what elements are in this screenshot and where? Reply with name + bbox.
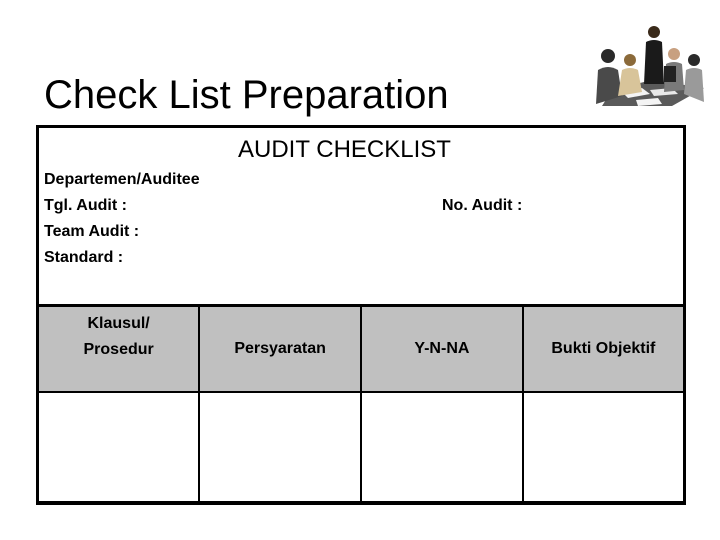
- cell-objective-evidence[interactable]: [521, 391, 686, 505]
- audit-team-field-label: Team Audit :: [44, 223, 140, 240]
- form-heading-text: AUDIT CHECKLIST: [238, 136, 451, 163]
- checklist-table: Klausul/ Prosedur Persyaratan Y-N-NA Buk…: [36, 304, 686, 505]
- table-header-row: Klausul/ Prosedur Persyaratan Y-N-NA Buk…: [36, 304, 686, 393]
- audit-date-field-label: Tgl. Audit :: [44, 197, 127, 214]
- department-field-label: Departemen/Auditee: [44, 171, 200, 188]
- cell-requirement[interactable]: [198, 391, 362, 505]
- column-header-clause: Klausul/ Prosedur: [36, 304, 201, 393]
- cell-ynna[interactable]: [360, 391, 524, 505]
- business-meeting-clipart-icon: [592, 18, 706, 108]
- column-header-ynna: Y-N-NA: [360, 304, 524, 393]
- standard-field-label: Standard :: [44, 249, 124, 266]
- column-header-requirement: Persyaratan: [198, 304, 362, 393]
- audit-checklist-form: AUDIT CHECKLIST Departemen/Auditee Tgl. …: [36, 125, 686, 305]
- audit-number-field-label: No. Audit :: [442, 197, 523, 214]
- slide-title: Check List Preparation: [44, 72, 449, 117]
- cell-clause[interactable]: [36, 391, 201, 505]
- column-header-clause-line2: Prosedur: [83, 341, 154, 358]
- column-header-objective-evidence: Bukti Objektif: [521, 304, 686, 393]
- column-header-clause-line1: Klausul/: [87, 315, 150, 332]
- table-row: [36, 391, 686, 505]
